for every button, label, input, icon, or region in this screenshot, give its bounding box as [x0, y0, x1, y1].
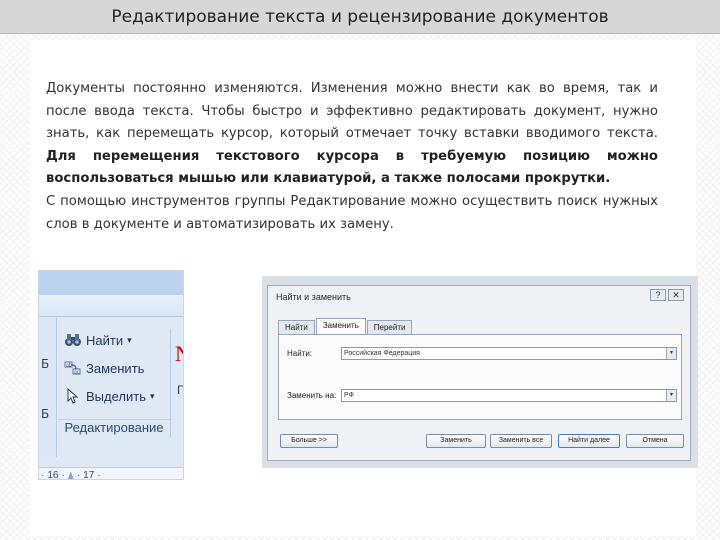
ribbon-left-strip: Б Б — [39, 317, 57, 457]
replace-with-input[interactable]: РФ ▾ — [341, 389, 677, 402]
editing-group: Найти ▾ ab ac Заменить Выделить ▾ Редакти… — [58, 329, 170, 435]
left-strip-letter-2: Б — [41, 407, 50, 421]
binoculars-icon — [64, 332, 82, 348]
paragraph-1-bold: Для перемещения текстового курсора в тре… — [46, 148, 658, 187]
left-strip-letter-1: Б — [41, 357, 50, 371]
find-what-value: Российская Федерация — [344, 350, 420, 357]
find-dropdown-icon: ▾ — [127, 334, 132, 345]
tab-replace[interactable]: Заменить — [315, 318, 366, 334]
dialog-panel: Найти: Российская Федерация ▾ Заменить н… — [278, 334, 682, 420]
find-what-input[interactable]: Российская Федерация ▾ — [341, 347, 677, 360]
cancel-button[interactable]: Отмена — [626, 434, 684, 448]
replace-button-dialog[interactable]: Заменить — [426, 434, 486, 448]
select-button[interactable]: Выделить ▾ — [64, 385, 155, 407]
paragraph-1-normal: Документы постоянно изменяются. Изменени… — [46, 81, 658, 142]
replace-with-value: РФ — [344, 392, 354, 399]
indent-marker[interactable] — [67, 471, 74, 479]
find-what-label: Найти: — [287, 349, 313, 358]
replace-button[interactable]: ab ac Заменить — [64, 357, 144, 379]
ribbon-tab-area — [39, 295, 183, 317]
svg-text:ac: ac — [74, 370, 80, 376]
select-arrow-icon — [64, 387, 82, 404]
slide-body-text: Документы постоянно изменяются. Изменени… — [46, 78, 658, 236]
find-button[interactable]: Найти ▾ — [64, 329, 132, 351]
ribbon-screenshot: Б Б Найти ▾ ab ac Заменить Выделить ▾ Ре… — [38, 270, 184, 480]
ribbon-tabs-strip — [39, 271, 183, 295]
replace-history-dropdown-icon[interactable]: ▾ — [666, 390, 676, 401]
dialog-tabs: Найти Заменить Перейти — [278, 318, 413, 334]
ribbon-separator — [170, 329, 171, 437]
ruler-dots: · — [76, 470, 81, 480]
ruler-number-16: 16 — [47, 470, 59, 480]
ruler-dots: · — [41, 470, 45, 480]
slide-content: Документы постоянно изменяются. Изменени… — [30, 40, 698, 536]
find-history-dropdown-icon[interactable]: ▾ — [666, 348, 676, 359]
select-label: Выделить — [86, 388, 146, 404]
find-label: Найти — [86, 332, 124, 348]
slide-title-bar: Редактирование текста и рецензирование д… — [0, 0, 720, 34]
editing-group-label: Редактирование — [58, 419, 170, 437]
ruler: · 16 · · 17 · — [39, 467, 183, 480]
close-icon[interactable]: ✕ — [668, 289, 684, 301]
tab-goto[interactable]: Перейти — [366, 320, 413, 334]
ruler-dots: · — [97, 470, 101, 480]
ruler-number-17: 17 — [83, 470, 95, 480]
more-button[interactable]: Больше >> — [280, 434, 338, 448]
dialog-title: Найти и заменить — [276, 292, 351, 302]
svg-text:ab: ab — [66, 363, 72, 369]
ribbon-partial-glyph: N — [175, 341, 183, 367]
paragraph-2: С помощью инструментов группы Редактиров… — [46, 193, 658, 232]
paragraph-1: Документы постоянно изменяются. Изменени… — [46, 78, 658, 191]
ribbon-partial-text: Г — [177, 383, 184, 397]
find-replace-dialog: Найти и заменить ? ✕ Найти Заменить Пере… — [267, 285, 691, 461]
help-icon[interactable]: ? — [650, 289, 666, 301]
dialog-window-controls: ? ✕ — [650, 289, 684, 301]
ruler-dots: · — [61, 470, 65, 480]
select-dropdown-icon: ▾ — [149, 390, 155, 401]
replace-icon: ab ac — [64, 360, 82, 376]
find-next-button[interactable]: Найти далее — [558, 434, 620, 448]
slide-title: Редактирование текста и рецензирование д… — [111, 6, 609, 27]
replace-label: Заменить — [86, 360, 145, 376]
replace-with-label: Заменить на: — [287, 391, 337, 400]
replace-all-button[interactable]: Заменить все — [490, 434, 552, 448]
tab-find[interactable]: Найти — [278, 320, 315, 334]
